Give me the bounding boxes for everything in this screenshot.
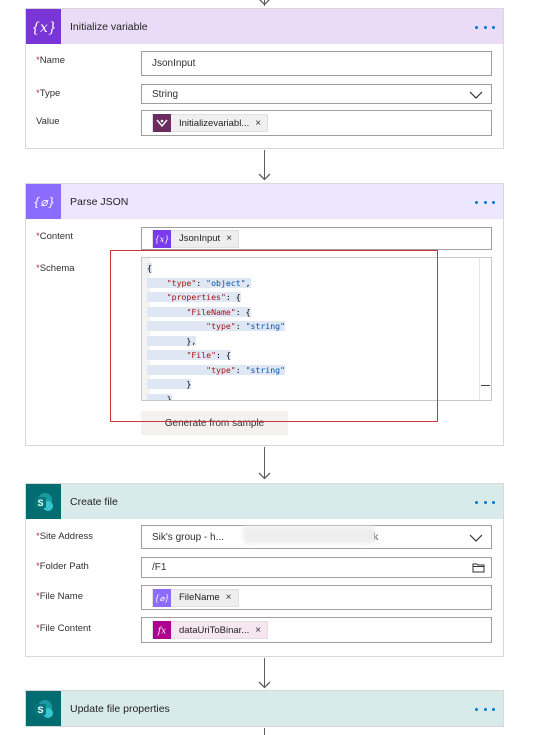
content-input[interactable]: {x} JsonInput × [141,227,492,250]
type-label: *Type [36,88,61,99]
remove-token-icon[interactable]: × [226,592,232,603]
content-label: *Content [36,231,73,242]
variable-icon: {x} [153,229,171,248]
card-title: Parse JSON [70,195,129,208]
card-title: Create file [70,495,118,508]
parse-json-header[interactable]: {⌀} Parse JSON [26,184,503,219]
name-label: *Name [36,55,66,66]
value-input[interactable]: Initializevariabl... × [141,110,492,136]
value-label: Value [36,116,60,127]
connector-bottom [264,728,265,735]
file-content-label: *File Content [36,623,91,634]
update-file-properties-card: S Update file properties [25,690,504,727]
svg-text:S: S [37,498,43,508]
file-name-label: *File Name [36,591,83,602]
remove-token-icon[interactable]: × [226,233,232,244]
file-name-input[interactable]: {⌀} FileName × [141,585,492,610]
svg-text:{x}: {x} [155,235,169,244]
folder-path-input[interactable]: /F1 [141,557,492,578]
file-content-input[interactable]: fx dataUriToBinar... × [141,617,492,643]
arrow-top [258,0,271,6]
chevron-down-icon [469,91,483,99]
schema-editor[interactable]: { "type": "object", "properties": { "Fil… [141,257,492,401]
svg-text:{⌀}: {⌀} [33,195,55,209]
folder-path-label: *Folder Path [36,561,89,572]
site-address-label: *Site Address [36,531,94,542]
type-select[interactable]: String [141,84,492,104]
file-content-token[interactable]: fx dataUriToBinar... × [152,621,269,639]
more-options-button[interactable] [475,197,495,207]
remove-token-icon[interactable]: × [255,625,261,636]
more-options-button[interactable] [475,704,495,714]
folder-icon[interactable] [472,562,485,573]
card-title: Update file properties [70,702,170,715]
more-options-button[interactable] [475,497,495,507]
update-file-properties-header[interactable]: S Update file properties [26,691,503,726]
svg-text:S: S [37,705,43,715]
initialize-variable-header[interactable]: {x} Initialize variable [26,9,503,44]
schema-scrollbar[interactable] [479,258,491,400]
parse-json-icon: {⌀} [153,588,171,607]
remove-token-icon[interactable]: × [255,118,261,129]
generate-from-sample-button[interactable]: Generate from sample [141,411,288,435]
svg-text:{⌀}: {⌀} [155,594,169,603]
sharepoint-icon: S [26,484,61,519]
redacted-area [243,526,375,544]
filter-icon [153,114,171,132]
content-token[interactable]: {x} JsonInput × [152,229,240,248]
more-options-button[interactable] [475,22,495,32]
variable-icon: {x} [26,9,61,44]
arrow-2 [258,472,271,480]
name-input[interactable]: JsonInput [141,51,492,76]
svg-text:fx: fx [157,627,166,637]
chevron-down-icon [469,534,483,542]
expression-icon: fx [153,621,171,639]
card-title: Initialize variable [70,20,148,33]
create-file-header[interactable]: S Create file [26,484,503,519]
sharepoint-icon: S [26,691,61,726]
svg-text:{x}: {x} [33,20,55,36]
schema-code[interactable]: { "type": "object", "properties": { "Fil… [147,261,286,400]
arrow-3 [258,681,271,689]
file-name-token[interactable]: {⌀} FileName × [152,588,239,607]
parse-json-icon: {⌀} [26,184,61,219]
value-token[interactable]: Initializevariabl... × [152,114,269,132]
arrow-1 [258,173,271,181]
schema-label: *Schema [36,263,75,274]
